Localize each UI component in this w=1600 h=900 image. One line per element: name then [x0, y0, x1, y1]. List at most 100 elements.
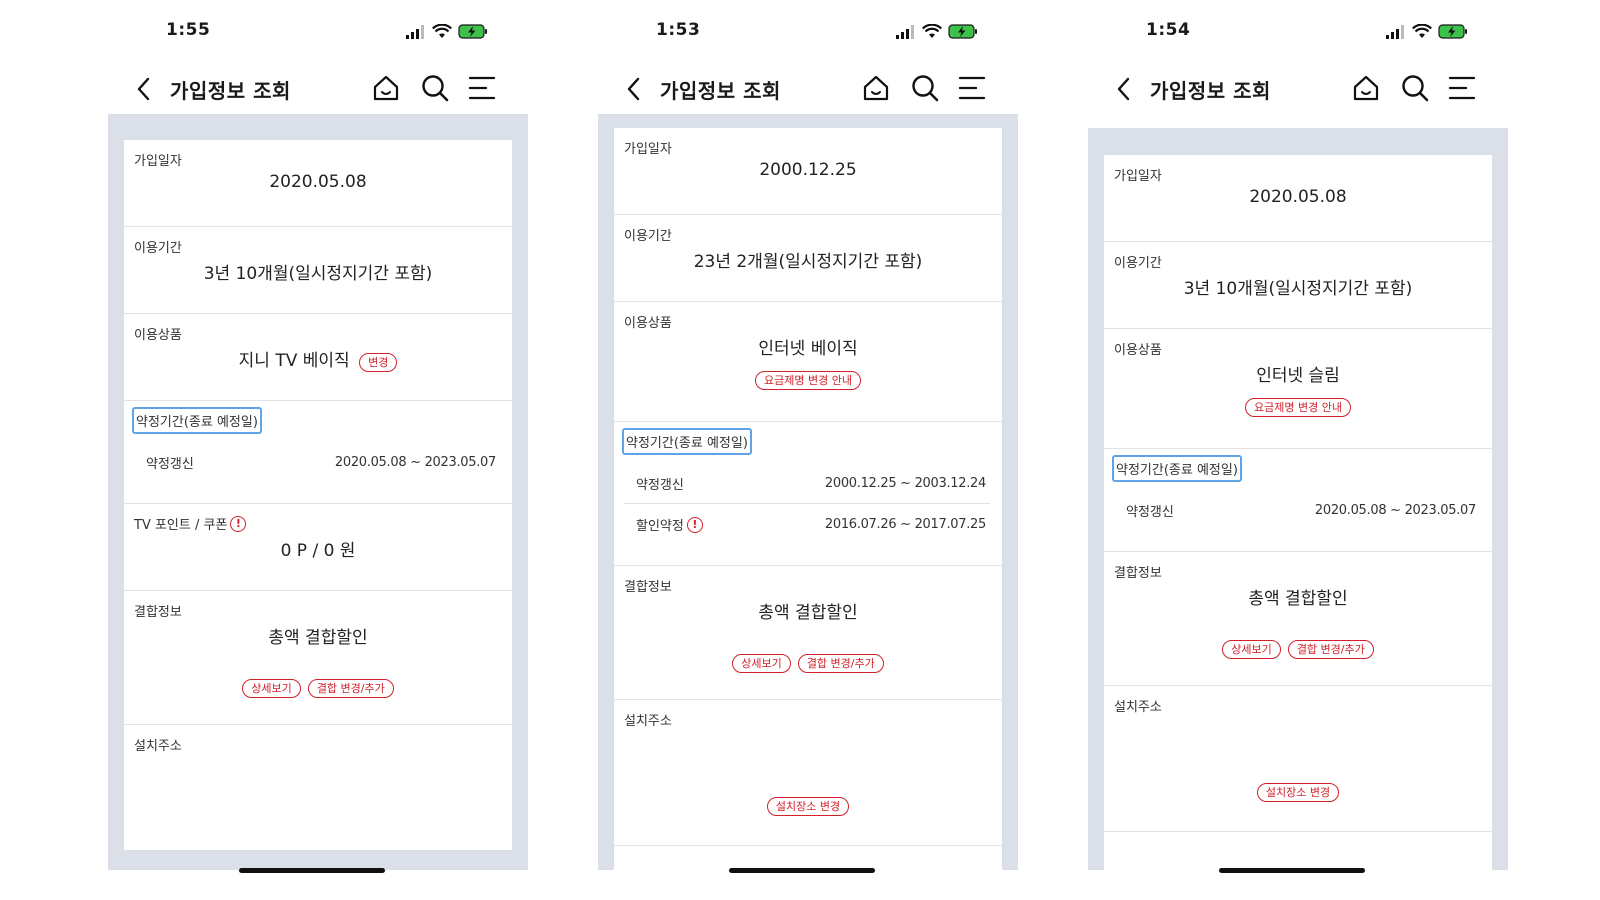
- contract-row-value: 2000.12.25 ~ 2003.12.24: [824, 476, 986, 491]
- contract-label: 약정기간(종료 예정일): [1112, 455, 1242, 482]
- wifi-icon: [432, 24, 452, 38]
- join-date-value: 2000.12.25: [759, 160, 857, 180]
- contract-section: 약정기간(종료 예정일) 약정갱신 2000.12.25 ~ 2003.12.2…: [614, 422, 1002, 566]
- battery-charging-icon: [458, 24, 487, 39]
- bundle-detail-button[interactable]: 상세보기: [242, 679, 301, 698]
- product-section: 이용상품 인터넷 슬림 요금제명 변경 안내: [1104, 329, 1492, 449]
- bundle-label: 결합정보: [624, 580, 672, 595]
- usage-period-section: 이용기간 3년 10개월(일시정지기간 포함): [124, 227, 512, 314]
- bundle-change-button[interactable]: 결합 변경/추가: [1287, 640, 1374, 659]
- app-header: 가입정보 조회: [108, 66, 528, 112]
- bundle-change-button[interactable]: 결합 변경/추가: [307, 679, 394, 698]
- usage-period-value: 23년 2개월(일시정지기간 포함): [693, 252, 923, 272]
- bundle-section: 결합정보 총액 결합할인 상세보기 결합 변경/추가: [124, 591, 512, 725]
- status-time: 1:55: [166, 20, 211, 40]
- home-icon[interactable]: [372, 73, 400, 103]
- product-value: 인터넷 슬림: [1256, 366, 1340, 386]
- contract-row-label: 약정갱신: [636, 478, 684, 493]
- bundle-detail-button[interactable]: 상세보기: [1222, 640, 1281, 659]
- discount-contract-label: 할인약정: [636, 519, 684, 534]
- info-icon[interactable]: !: [230, 515, 247, 532]
- product-value: 인터넷 베이직: [758, 339, 858, 359]
- subscription-info-card: 가입일자 2020.05.08 이용기간 3년 10개월(일시정지기간 포함) …: [124, 140, 512, 850]
- content-area: 가입일자 2020.05.08 이용기간 3년 10개월(일시정지기간 포함) …: [108, 114, 528, 870]
- product-value: 지니 TV 베이직: [238, 351, 350, 371]
- home-indicator: [1219, 868, 1365, 873]
- change-location-button[interactable]: 설치장소 변경: [766, 797, 850, 816]
- join-date-label: 가입일자: [134, 154, 182, 169]
- status-time: 1:53: [656, 20, 701, 40]
- product-section: 이용상품 지니 TV 베이직 변경: [124, 314, 512, 401]
- bundle-change-button[interactable]: 결합 변경/추가: [797, 654, 884, 673]
- home-indicator: [729, 868, 875, 873]
- change-location-button[interactable]: 설치장소 변경: [1256, 783, 1340, 802]
- page-title: 가입정보 조회: [1150, 79, 1271, 103]
- bundle-detail-button[interactable]: 상세보기: [732, 654, 791, 673]
- join-date-section: 가입일자 2000.12.25: [614, 128, 1002, 215]
- subscription-info-card: 가입일자 2000.12.25 이용기간 23년 2개월(일시정지기간 포함) …: [614, 128, 1002, 870]
- contract-label: 약정기간(종료 예정일): [132, 407, 262, 434]
- info-icon[interactable]: !: [686, 516, 703, 533]
- address-section: 설치주소: [124, 725, 512, 845]
- bundle-value: 총액 결합할인: [268, 628, 368, 648]
- phone-screen-1: 1:55 가입정보 조회 가입일자 2020.05.08 이용기간 3년 10개…: [108, 0, 528, 900]
- home-icon[interactable]: [862, 73, 890, 103]
- signal-icon: [406, 24, 424, 39]
- product-label: 이용상품: [624, 316, 672, 331]
- content-area: 가입일자 2000.12.25 이용기간 23년 2개월(일시정지기간 포함) …: [598, 114, 1018, 870]
- status-bar: 1:53: [598, 18, 1018, 46]
- join-date-section: 가입일자 2020.05.08: [124, 140, 512, 227]
- search-icon[interactable]: [420, 73, 450, 103]
- page-title: 가입정보 조회: [660, 79, 781, 103]
- menu-icon[interactable]: [958, 75, 986, 101]
- back-icon[interactable]: [1114, 76, 1134, 102]
- points-value: 0 P / 0 원: [280, 541, 356, 561]
- menu-icon[interactable]: [468, 75, 496, 101]
- page-title: 가입정보 조회: [170, 79, 291, 103]
- contract-label: 약정기간(종료 예정일): [622, 428, 752, 455]
- bundle-value: 총액 결합할인: [758, 603, 858, 623]
- app-header: 가입정보 조회: [598, 66, 1018, 112]
- battery-charging-icon: [948, 24, 977, 39]
- usage-period-section: 이용기간 3년 10개월(일시정지기간 포함): [1104, 242, 1492, 329]
- join-date-section: 가입일자 2020.05.08: [1104, 155, 1492, 242]
- contract-row: 약정갱신 2000.12.25 ~ 2003.12.24: [636, 474, 986, 493]
- address-section: 설치주소 설치장소 변경: [614, 700, 1002, 846]
- wifi-icon: [1412, 24, 1432, 38]
- bundle-label: 결합정보: [134, 605, 182, 620]
- discount-contract-value: 2016.07.26 ~ 2017.07.25: [824, 517, 986, 532]
- back-icon[interactable]: [134, 76, 154, 102]
- rate-plan-notice-button[interactable]: 요금제명 변경 안내: [755, 371, 861, 390]
- contract-row-label: 약정갱신: [146, 457, 194, 472]
- home-icon[interactable]: [1352, 73, 1380, 103]
- bundle-value: 총액 결합할인: [1248, 589, 1348, 609]
- join-date-label: 가입일자: [624, 142, 672, 157]
- address-label: 설치주소: [134, 739, 182, 754]
- contract-row-value: 2020.05.08 ~ 2023.05.07: [334, 455, 496, 470]
- usage-period-value: 3년 10개월(일시정지기간 포함): [1183, 279, 1413, 299]
- contract-row-value: 2020.05.08 ~ 2023.05.07: [1314, 503, 1476, 518]
- content-area: 가입일자 2020.05.08 이용기간 3년 10개월(일시정지기간 포함) …: [1088, 128, 1508, 870]
- subscription-info-card: 가입일자 2020.05.08 이용기간 3년 10개월(일시정지기간 포함) …: [1104, 155, 1492, 870]
- contract-section: 약정기간(종료 예정일) 약정갱신 2020.05.08 ~ 2023.05.0…: [124, 401, 512, 504]
- usage-period-section: 이용기간 23년 2개월(일시정지기간 포함): [614, 215, 1002, 302]
- rate-plan-notice-button[interactable]: 요금제명 변경 안내: [1245, 398, 1351, 417]
- usage-period-label: 이용기간: [134, 241, 182, 256]
- back-icon[interactable]: [624, 76, 644, 102]
- phone-screen-2: 1:53 가입정보 조회 가입일자 2000.12.25 이용기간 23년 2개…: [598, 0, 1018, 900]
- app-header: 가입정보 조회: [1088, 66, 1508, 112]
- join-date-label: 가입일자: [1114, 169, 1162, 184]
- search-icon[interactable]: [1400, 73, 1430, 103]
- product-change-button[interactable]: 변경: [359, 353, 398, 372]
- bundle-section: 결합정보 총액 결합할인 상세보기 결합 변경/추가: [614, 566, 1002, 700]
- signal-icon: [1386, 24, 1404, 39]
- usage-period-value: 3년 10개월(일시정지기간 포함): [203, 264, 433, 284]
- menu-icon[interactable]: [1448, 75, 1476, 101]
- phone-screen-3: 1:54 가입정보 조회 가입일자 2020.05.08 이용기간 3년 10개…: [1088, 0, 1508, 900]
- points-label: TV 포인트 / 쿠폰: [134, 518, 228, 533]
- join-date-value: 2020.05.08: [1249, 187, 1347, 207]
- discount-contract-row: 할인약정 ! 2016.07.26 ~ 2017.07.25: [636, 515, 986, 534]
- status-bar: 1:55: [108, 18, 528, 46]
- search-icon[interactable]: [910, 73, 940, 103]
- home-indicator: [239, 868, 385, 873]
